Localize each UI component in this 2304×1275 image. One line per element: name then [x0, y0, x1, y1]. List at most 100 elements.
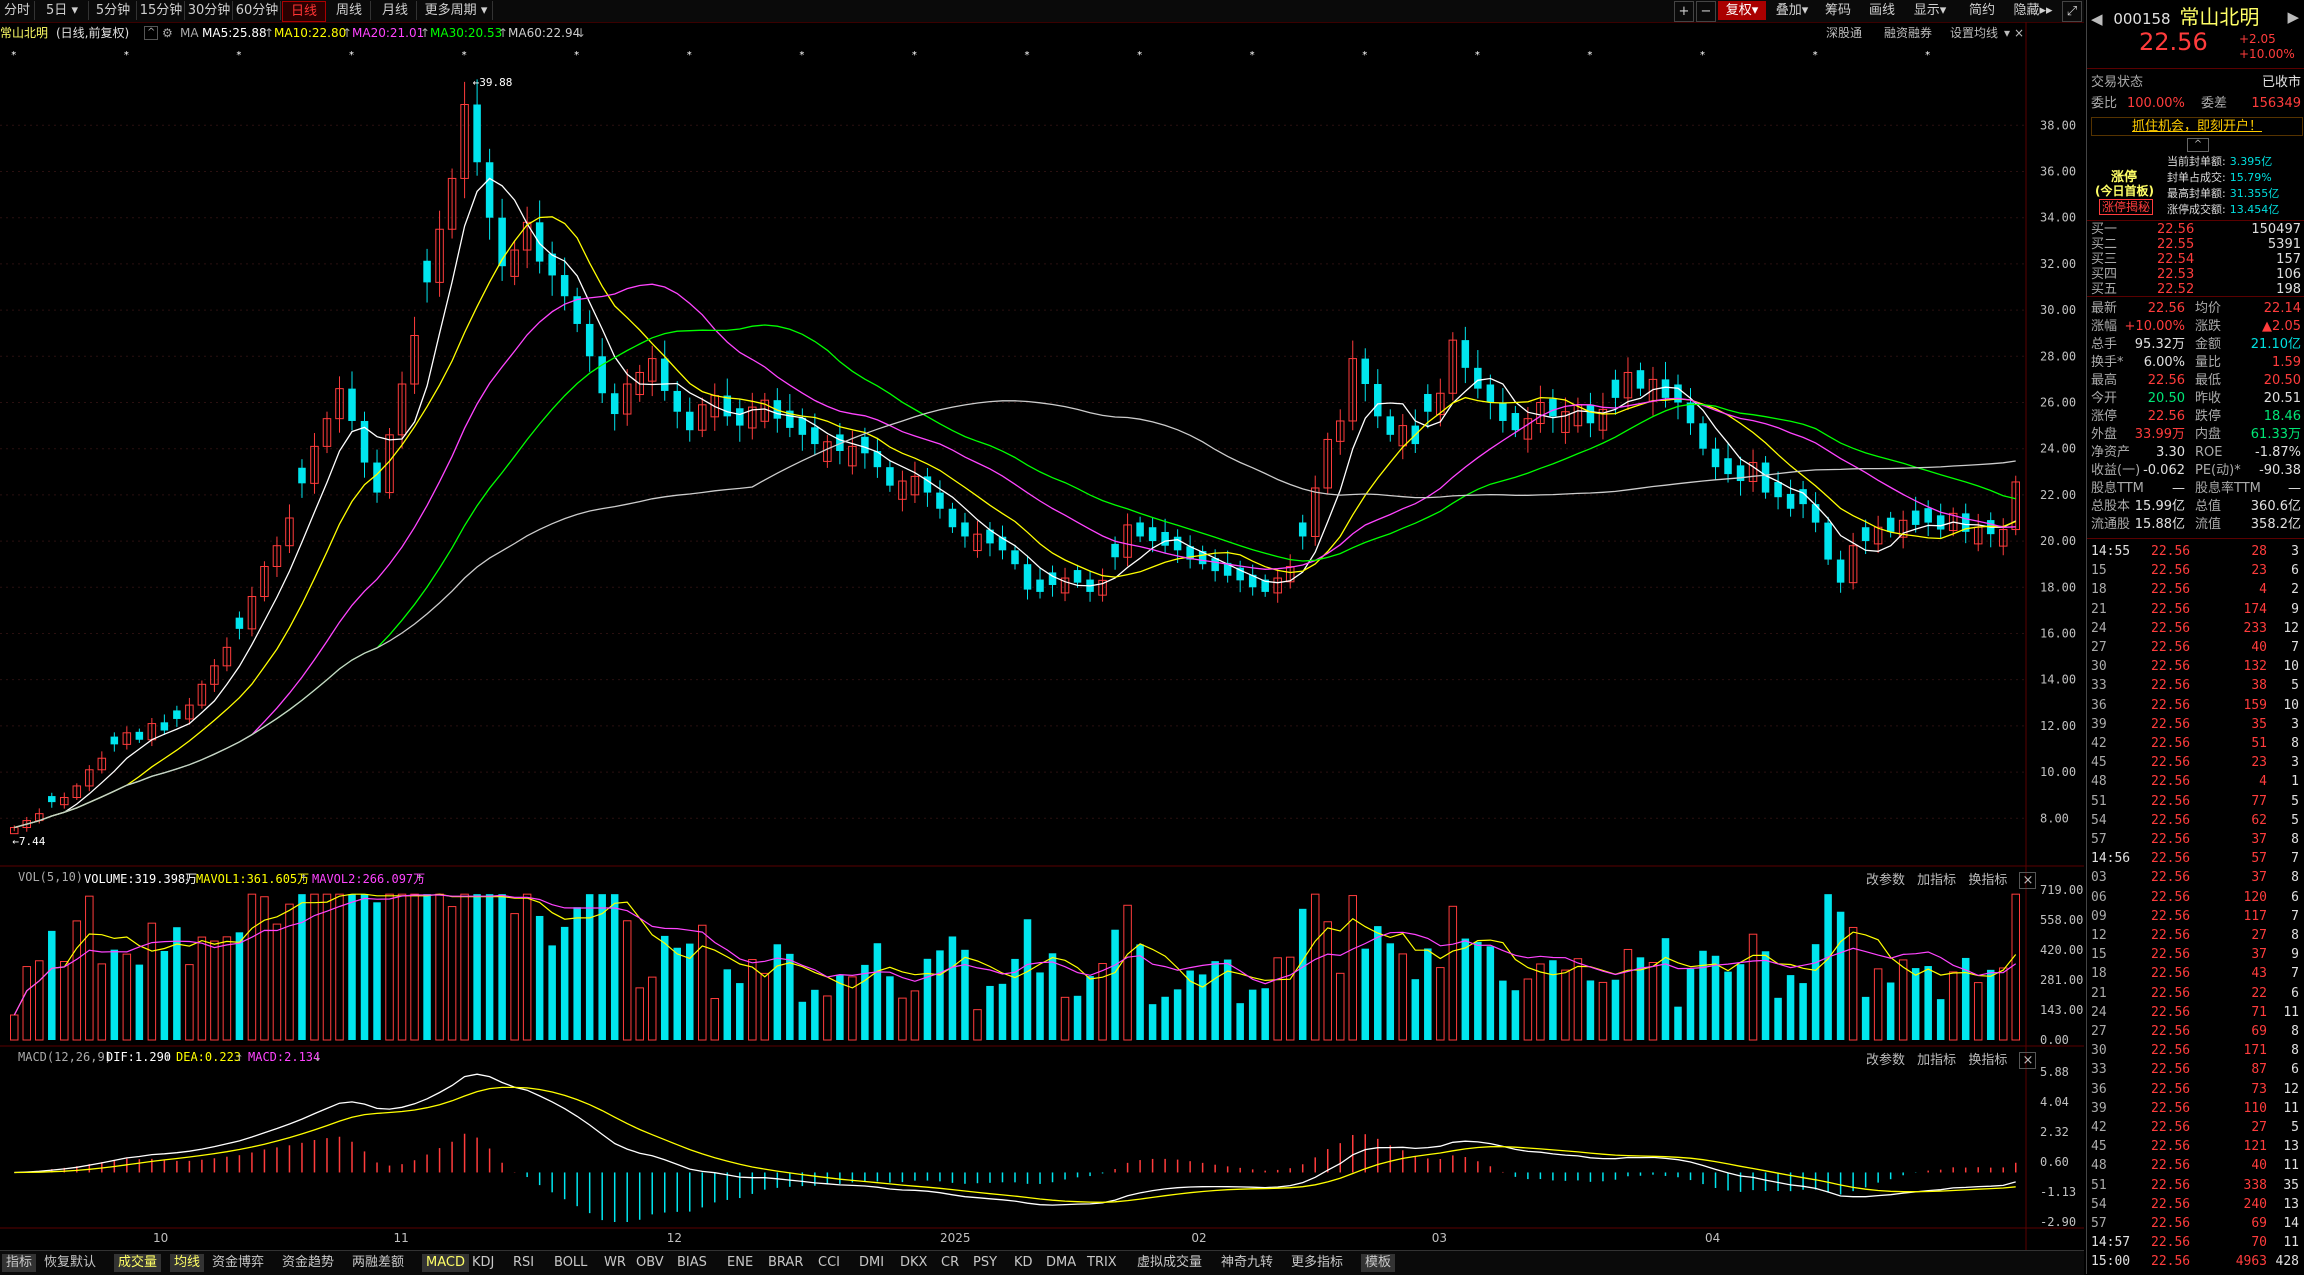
- volume-bar: [961, 949, 969, 1040]
- tick-row: 03 22.56 37 8: [2091, 868, 2301, 887]
- volume-bar: [1474, 941, 1482, 1040]
- indicator-tab[interactable]: MACD: [422, 1254, 469, 1272]
- candle: [660, 358, 669, 391]
- indicator-tab[interactable]: 更多指标: [1291, 1254, 1343, 1272]
- tick-volume: 70: [2251, 1235, 2267, 1251]
- order-price: 22.56: [2157, 222, 2195, 237]
- volume-bar: [72, 920, 82, 1041]
- candle: [298, 467, 306, 484]
- order-book-row: 买二 22.55 5391: [2091, 237, 2301, 252]
- weibi-label: 委比: [2091, 96, 2118, 111]
- volume-bar: [1273, 957, 1282, 1041]
- volume-tick-label: 0.00: [2040, 1033, 2069, 1047]
- indicator-tab[interactable]: 成交量: [114, 1254, 162, 1272]
- open-account-banner[interactable]: 抓住机会，即刻开户！: [2091, 117, 2303, 136]
- price-tick-label: 20.00: [2040, 534, 2076, 548]
- indicator-tab[interactable]: BRAR: [768, 1254, 803, 1272]
- volume-bar: [886, 976, 894, 1040]
- tick-row: 33 22.56 38 5: [2091, 676, 2301, 695]
- volume-bar: [22, 966, 32, 1041]
- indicator-tab[interactable]: WR: [604, 1254, 626, 1272]
- indicator-tab[interactable]: CR: [941, 1254, 959, 1272]
- stat-label: 股息TTM: [2091, 481, 2144, 496]
- volume-bar: [147, 922, 157, 1041]
- tick-time: 36: [2091, 697, 2107, 713]
- tick-price: 22.56: [2151, 659, 2191, 675]
- vol-mavol1: MAVOL1:361.605万: [196, 872, 310, 886]
- candle: [160, 722, 169, 731]
- volume-tick-label: 420.00: [2040, 943, 2083, 957]
- tick-row: 14:57 22.56 70 11: [2091, 1233, 2301, 1252]
- tick-volume: 233: [2243, 620, 2267, 636]
- tick-price: 22.56: [2151, 851, 2191, 867]
- macd-add-indicator[interactable]: 加指标: [1917, 1053, 1956, 1068]
- indicator-tab[interactable]: ENE: [727, 1254, 753, 1272]
- indicator-tab[interactable]: BIAS: [677, 1254, 707, 1272]
- indicator-tab[interactable]: 指标: [2, 1254, 37, 1272]
- indicator-tab[interactable]: TRIX: [1087, 1254, 1117, 1272]
- tick-count: 8: [2291, 1043, 2299, 1059]
- candle: [535, 222, 544, 262]
- volume-bar: [1161, 996, 1169, 1040]
- tick-volume: 117: [2243, 908, 2267, 924]
- tick-price: 22.56: [2151, 1100, 2191, 1116]
- indicator-tab[interactable]: PSY: [973, 1254, 997, 1272]
- tick-row: 45 22.56 121 13: [2091, 1137, 2301, 1156]
- indicator-tab[interactable]: 资金趋势: [282, 1254, 334, 1272]
- indicator-tab[interactable]: KD: [1014, 1254, 1033, 1272]
- indicator-tab[interactable]: BOLL: [554, 1254, 587, 1272]
- event-marker-icon: *: [462, 50, 467, 61]
- volume-bar: [1461, 938, 1470, 1040]
- tick-time: 48: [2091, 1158, 2107, 1174]
- volume-bar: [1799, 983, 1807, 1040]
- indicator-tab[interactable]: DMI: [859, 1254, 884, 1272]
- tick-volume: 27: [2251, 1120, 2267, 1135]
- candle: [1699, 423, 1707, 449]
- stat-value: 18.46: [2263, 409, 2301, 424]
- macd-switch-indicator[interactable]: 换指标: [1968, 1053, 2007, 1068]
- indicator-tab[interactable]: DKX: [900, 1254, 927, 1272]
- volume-bar: [1611, 979, 1620, 1040]
- indicator-tab[interactable]: DMA: [1046, 1254, 1076, 1272]
- macd-tick-label: -2.90: [2040, 1215, 2076, 1229]
- vol-add-indicator[interactable]: 加指标: [1917, 873, 1956, 888]
- indicator-tab[interactable]: 资金博弈: [212, 1254, 264, 1272]
- tick-volume: 37: [2251, 870, 2267, 886]
- indicator-tab[interactable]: 神奇九转: [1221, 1254, 1273, 1272]
- volume-bar: [1073, 995, 1082, 1040]
- next-stock-icon[interactable]: ▶: [2287, 6, 2299, 28]
- candle: [1724, 458, 1732, 475]
- candle: [798, 417, 807, 435]
- indicator-tab[interactable]: 恢复默认: [44, 1254, 96, 1272]
- candle: [48, 796, 56, 803]
- volume-bar: [360, 894, 369, 1040]
- stat-value: ▲2.05: [2262, 319, 2301, 334]
- indicator-tab[interactable]: 虚拟成交量: [1137, 1254, 1202, 1272]
- tick-count: 11: [2283, 1235, 2299, 1251]
- vol-tools: 改参数 加指标 换指标 ×: [1866, 869, 2037, 889]
- volume-bar: [1536, 963, 1545, 1041]
- ma10-line: [14, 216, 2016, 829]
- tick-volume: 174: [2243, 601, 2267, 617]
- indicator-tab[interactable]: 均线: [170, 1254, 205, 1272]
- close-icon[interactable]: ×: [2019, 872, 2037, 889]
- indicator-tab[interactable]: CCI: [818, 1254, 840, 1272]
- macd-edit-params[interactable]: 改参数: [1866, 1053, 1905, 1068]
- vol-edit-params[interactable]: 改参数: [1866, 873, 1905, 888]
- indicator-tab[interactable]: 模板: [1361, 1254, 1396, 1272]
- volume-bar: [1699, 950, 1707, 1040]
- prev-stock-icon[interactable]: ◀: [2091, 10, 2103, 28]
- tick-volume: 38: [2251, 678, 2267, 694]
- vol-switch-indicator[interactable]: 换指标: [1968, 873, 2007, 888]
- indicator-tab[interactable]: OBV: [636, 1254, 664, 1272]
- indicator-tab[interactable]: KDJ: [472, 1254, 494, 1272]
- stat-label: 昨收: [2195, 391, 2222, 406]
- limit-up-reveal-button[interactable]: 涨停揭秘: [2099, 199, 2154, 215]
- tick-time: 18: [2091, 966, 2107, 982]
- tick-row: 48 22.56 4 1: [2091, 772, 2301, 791]
- tick-price: 22.56: [2151, 697, 2191, 713]
- close-icon[interactable]: ×: [2019, 1052, 2037, 1069]
- tick-count: 1: [2291, 774, 2299, 790]
- indicator-tab[interactable]: RSI: [513, 1254, 534, 1272]
- indicator-tab[interactable]: 两融差额: [352, 1254, 404, 1272]
